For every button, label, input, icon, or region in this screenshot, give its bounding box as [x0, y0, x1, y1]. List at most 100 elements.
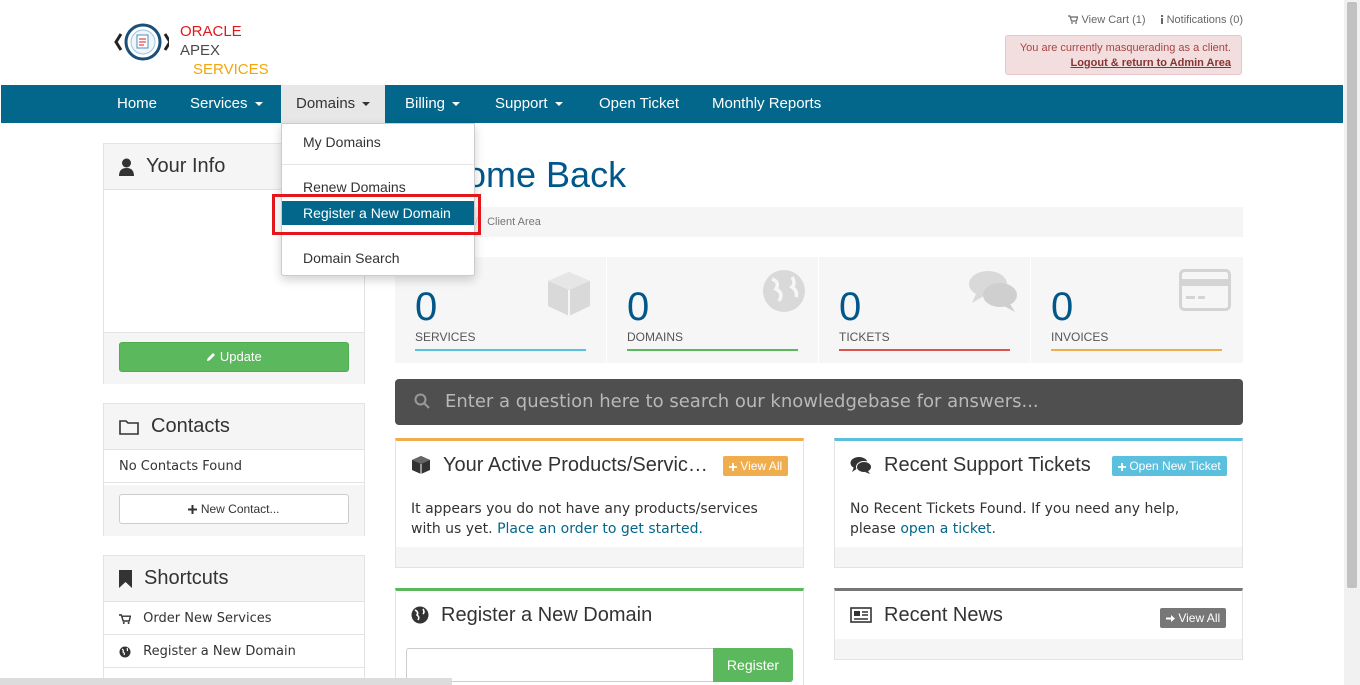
- contacts-header: Contacts: [104, 404, 364, 450]
- stat-services-value: 0: [415, 285, 438, 329]
- logout-admin-link[interactable]: Logout & return to Admin Area: [1016, 56, 1231, 71]
- menu-item-renew-domains[interactable]: Renew Domains: [282, 175, 474, 199]
- stat-services-label: SERVICES: [415, 330, 476, 344]
- knowledgebase-search-placeholder: Enter a question here to search our know…: [445, 391, 1039, 412]
- nav-domains[interactable]: Domains: [281, 85, 386, 123]
- masquerade-alert: You are currently masquerading as a clie…: [1005, 35, 1242, 75]
- products-view-all-label: View All: [740, 459, 783, 473]
- bookmark-icon: [119, 569, 132, 588]
- nav-support[interactable]: Support: [480, 85, 578, 123]
- domain-search-input[interactable]: [406, 648, 713, 682]
- news-view-all-button[interactable]: View All: [1160, 608, 1227, 628]
- nav-open-ticket[interactable]: Open Ticket: [584, 85, 694, 123]
- user-icon: [119, 158, 134, 176]
- scrollbar-thumb[interactable]: [1347, 2, 1357, 588]
- register-domain-card: Register a New Domain Register: [395, 588, 804, 685]
- shortcuts-header: Shortcuts: [104, 556, 364, 602]
- top-links: View Cart (1) Notifications (0): [1068, 14, 1243, 26]
- register-button[interactable]: Register: [713, 648, 793, 682]
- nav-open-ticket-label: Open Ticket: [599, 95, 680, 112]
- active-products-card: Your Active Products/Servic… View All It…: [395, 438, 804, 568]
- recent-news-card: Recent News View All: [834, 588, 1243, 660]
- stat-domains-label: DOMAINS: [627, 330, 684, 344]
- stat-tickets-label: TICKETS: [839, 330, 890, 344]
- info-icon: [1160, 15, 1163, 24]
- recent-tickets-body: No Recent Tickets Found. If you need any…: [835, 489, 1242, 549]
- page-title: ome Back: [466, 154, 627, 195]
- knowledgebase-search-input[interactable]: Enter a question here to search our know…: [395, 379, 1243, 425]
- open-new-ticket-label: Open New Ticket: [1129, 459, 1221, 473]
- nav-support-label: Support: [495, 95, 548, 112]
- view-cart-label: View Cart (1): [1081, 14, 1146, 26]
- nav-services-label: Services: [190, 95, 248, 112]
- shortcut-register-domain[interactable]: Register a New Domain: [104, 635, 364, 668]
- card-footer: [835, 639, 1242, 659]
- shortcuts-panel: Shortcuts Order New Services Register a …: [103, 555, 365, 685]
- register-domain-header: Register a New Domain: [396, 591, 803, 639]
- nav-billing-label: Billing: [405, 95, 446, 112]
- plus-icon: [729, 462, 737, 471]
- nav-home-label: Home: [117, 95, 158, 112]
- products-view-all-button[interactable]: View All: [723, 456, 789, 476]
- menu-item-my-domains[interactable]: My Domains: [282, 130, 474, 154]
- horizontal-scrollbar[interactable]: [0, 678, 452, 685]
- cart-icon: [1068, 15, 1079, 24]
- menu-item-register-new-domain[interactable]: Register a New Domain: [282, 201, 474, 225]
- recent-tickets-card: Recent Support Tickets Open New Ticket N…: [834, 438, 1243, 568]
- nav-home[interactable]: Home: [102, 85, 172, 123]
- main-navbar: Home Services Domains Billing Support Op…: [1, 85, 1343, 123]
- recent-tickets-title: Recent Support Tickets: [884, 453, 1091, 476]
- card-footer: [396, 547, 803, 567]
- notifications-link[interactable]: Notifications (0): [1160, 14, 1243, 26]
- shortcut-label: Order New Services: [143, 611, 272, 626]
- stat-tickets-bar: [839, 349, 1010, 351]
- comments-icon: [969, 271, 1017, 312]
- open-new-ticket-button[interactable]: Open New Ticket: [1112, 456, 1227, 476]
- plus-icon: [188, 505, 198, 514]
- stat-tickets[interactable]: 0 TICKETS: [819, 257, 1031, 363]
- shortcut-order-new-services[interactable]: Order New Services: [104, 602, 364, 635]
- update-button[interactable]: Update: [119, 342, 349, 372]
- nav-monthly-reports[interactable]: Monthly Reports: [697, 85, 836, 123]
- new-contact-button[interactable]: New Contact...: [119, 494, 349, 524]
- nav-services[interactable]: Services: [175, 85, 278, 123]
- page: ORACLE APEX SERVICES View Cart (1) Notif…: [0, 0, 1360, 685]
- stat-domains-value: 0: [627, 285, 650, 329]
- search-icon: [414, 393, 430, 409]
- arrow-right-icon: [1166, 614, 1175, 622]
- nav-monthly-reports-label: Monthly Reports: [712, 95, 822, 112]
- brand-word-oracle: ORACLE: [180, 23, 242, 40]
- stat-domains[interactable]: 0 DOMAINS: [607, 257, 819, 363]
- open-ticket-link[interactable]: open a ticket.: [900, 521, 996, 537]
- place-order-link[interactable]: Place an order to get started.: [497, 521, 703, 537]
- active-products-title: Your Active Products/Servic…: [443, 453, 708, 476]
- notifications-label: Notifications (0): [1166, 14, 1243, 26]
- recent-news-title: Recent News: [884, 603, 1003, 626]
- brand-logo[interactable]: ORACLE APEX SERVICES: [113, 20, 283, 78]
- view-cart-link[interactable]: View Cart (1): [1068, 14, 1146, 26]
- stat-invoices-bar: [1051, 349, 1222, 351]
- news-view-all-label: View All: [1178, 611, 1221, 625]
- stat-invoices-value: 0: [1051, 285, 1074, 329]
- no-contacts-text: No Contacts Found: [104, 450, 364, 483]
- cube-icon: [548, 272, 590, 316]
- stat-invoices[interactable]: 0 INVOICES: [1031, 257, 1243, 363]
- stat-tickets-value: 0: [839, 285, 862, 329]
- domains-dropdown-menu: My Domains Renew Domains Register a New …: [281, 123, 475, 276]
- menu-divider: [282, 234, 474, 235]
- card-footer: [835, 547, 1242, 567]
- globe-icon: [411, 606, 429, 624]
- caret-down-icon: [452, 102, 461, 107]
- breadcrumb-current: Client Area: [487, 216, 541, 228]
- nav-billing[interactable]: Billing: [390, 85, 475, 123]
- pencil-icon: [207, 353, 216, 361]
- vertical-scrollbar[interactable]: [1344, 0, 1360, 685]
- menu-item-domain-search[interactable]: Domain Search: [282, 246, 474, 270]
- folder-icon: [119, 419, 139, 435]
- globe-icon: [119, 646, 131, 657]
- breadcrumb-separator: /: [475, 216, 479, 228]
- globe-icon: [763, 270, 805, 312]
- active-products-body: It appears you do not have any products/…: [396, 489, 803, 549]
- comments-icon: [850, 457, 872, 474]
- shortcuts-title: Shortcuts: [144, 567, 229, 589]
